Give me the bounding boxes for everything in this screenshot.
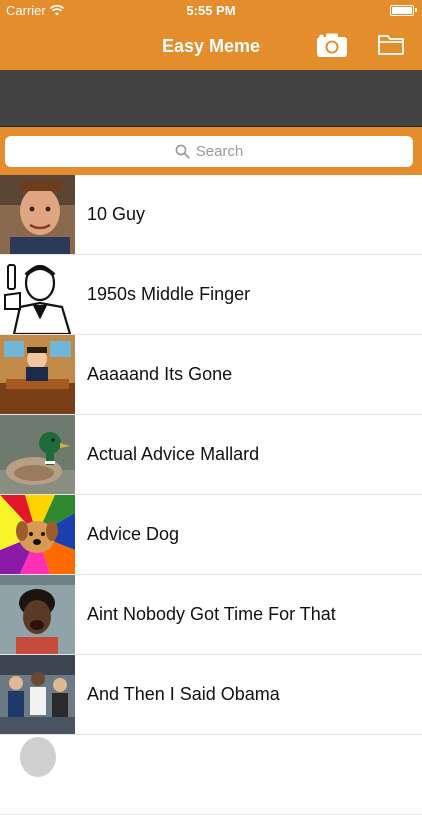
- meme-label: Actual Advice Mallard: [87, 444, 260, 464]
- search-icon: [175, 144, 190, 159]
- meme-thumbnail: [0, 495, 75, 574]
- search-input[interactable]: Search: [5, 136, 413, 167]
- list-item[interactable]: Aaaaand Its Gone: [0, 335, 422, 415]
- status-bar: Carrier 5:55 PM: [0, 0, 422, 22]
- banner-area: [0, 70, 422, 127]
- nav-bar: Easy Meme: [0, 22, 422, 70]
- search-bar: Search: [0, 127, 422, 175]
- list-item[interactable]: 10 Guy: [0, 175, 422, 255]
- meme-list: 10 Guy 1950s Middle Finger Aaaaand Its G…: [0, 175, 422, 815]
- status-time: 5:55 PM: [186, 3, 236, 18]
- meme-label: And Then I Said Obama: [87, 684, 280, 704]
- meme-thumbnail: [0, 335, 75, 414]
- meme-thumbnail: [0, 255, 75, 334]
- meme-label: 1950s Middle Finger: [87, 284, 251, 304]
- search-placeholder: Search: [195, 143, 244, 160]
- meme-label: 10 Guy: [87, 204, 146, 224]
- list-item[interactable]: 1950s Middle Finger: [0, 255, 422, 335]
- meme-thumbnail: [0, 735, 75, 814]
- list-item[interactable]: Advice Dog: [0, 495, 422, 575]
- camera-icon[interactable]: [316, 32, 348, 58]
- meme-label: Aaaaand Its Gone: [87, 364, 233, 384]
- meme-thumbnail: [0, 655, 75, 734]
- list-item[interactable]: Actual Advice Mallard: [0, 415, 422, 495]
- battery-icon: [390, 5, 417, 16]
- page-title: Easy Meme: [161, 36, 261, 56]
- meme-thumbnail: [0, 575, 75, 654]
- meme-label: Aint Nobody Got Time For That: [87, 604, 336, 624]
- meme-thumbnail: [0, 415, 75, 494]
- list-item[interactable]: Aint Nobody Got Time For That: [0, 575, 422, 655]
- folder-icon[interactable]: [377, 32, 405, 56]
- meme-thumbnail: [0, 175, 75, 254]
- meme-label: Advice Dog: [87, 524, 180, 544]
- list-item[interactable]: [0, 735, 422, 815]
- list-item[interactable]: And Then I Said Obama: [0, 655, 422, 735]
